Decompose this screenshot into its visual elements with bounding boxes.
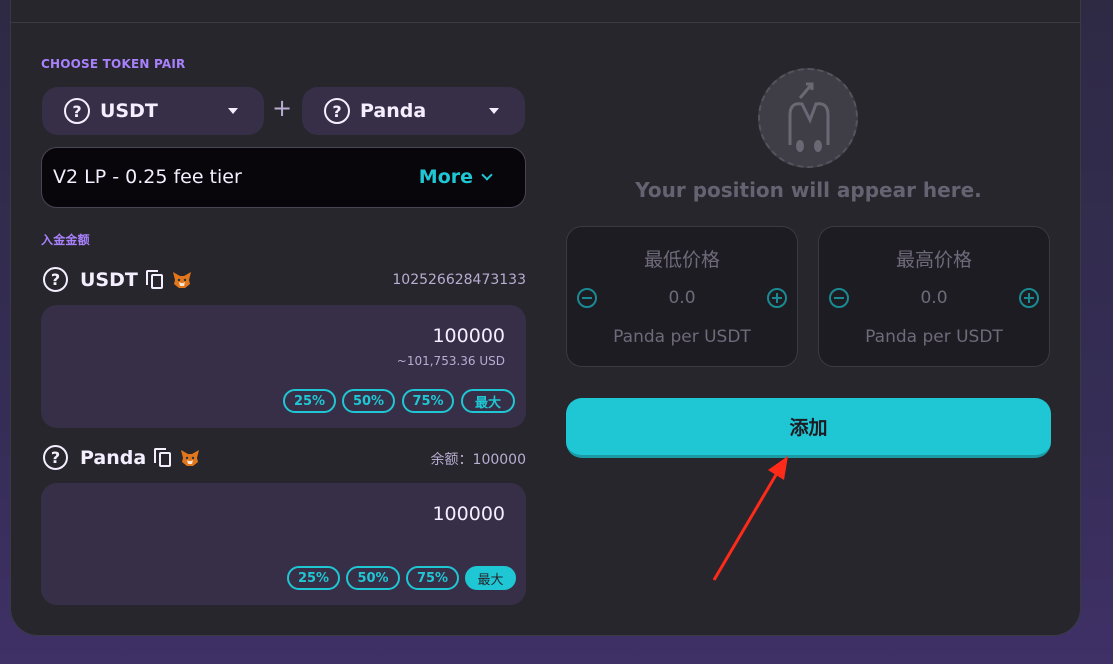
token-b-25-button[interactable]: 25% [287,566,340,590]
max-price-box: 最高价格 0.0 Panda per USDT [818,226,1050,367]
plus-icon: + [272,94,293,122]
min-price-title: 最低价格 [643,249,720,271]
token-b-balance: 余额：100000 [430,452,526,468]
token-b-select-label: Panda [360,100,427,122]
token-b-name: Panda [80,446,147,469]
more-button-label: More [418,166,473,188]
token-b-75-button[interactable]: 75% [406,566,459,590]
add-liquidity-button[interactable]: 添加 [566,398,1051,458]
question-circle-icon: ? [324,98,350,124]
position-placeholder-text: Your position will appear here. [635,178,982,202]
annotation-arrow-icon [712,456,788,581]
max-price-title: 最高价格 [895,249,972,271]
caret-down-icon [228,108,238,114]
caret-down-icon [489,108,499,114]
token-b-amount[interactable]: 100000 [432,503,505,525]
choose-token-pair-label: CHOOSE TOKEN PAIR [41,57,186,71]
token-a-name: USDT [80,268,138,291]
max-price-unit: Panda per USDT [865,327,1003,347]
more-button[interactable]: More [418,166,493,188]
fee-tier-label: V2 LP - 0.25 fee tier [53,166,242,188]
min-price-box: 最低价格 0.0 Panda per USDT [566,226,798,367]
min-price-value[interactable]: 0.0 [567,288,797,308]
token-a-25-button[interactable]: 25% [283,389,336,413]
question-circle-icon: ? [43,267,68,292]
question-circle-icon: ? [64,98,90,124]
token-b-select[interactable]: ? Panda [302,87,525,135]
token-a-75-button[interactable]: 75% [402,389,454,413]
token-a-50-button[interactable]: 50% [342,389,395,413]
token-b-row: ? Panda [43,445,200,470]
token-a-usd-value: ~101,753.36 USD [396,354,505,368]
position-placeholder-icon [758,68,858,168]
token-a-balance: 10252662847313​3 [392,272,526,288]
card-divider [10,22,1081,23]
token-b-input-panel[interactable]: 100000 25% 50% 75% 最大 [41,483,526,605]
question-circle-icon: ? [43,445,68,470]
token-a-max-button[interactable]: 最大 [461,389,515,413]
copy-icon[interactable] [145,269,164,290]
token-a-select[interactable]: ? USDT [42,87,264,135]
token-a-amount[interactable]: 100000 [432,325,505,347]
token-b-max-button[interactable]: 最大 [465,566,516,590]
deposit-amount-label: 入金金额 [41,233,90,247]
token-a-input-panel[interactable]: 100000 ~101,753.36 USD 25% 50% 75% 最大 [41,305,526,428]
token-b-50-button[interactable]: 50% [346,566,400,590]
token-a-select-label: USDT [100,100,158,122]
min-price-unit: Panda per USDT [613,327,751,347]
max-price-increase-icon[interactable] [1019,288,1039,308]
max-price-value[interactable]: 0.0 [819,288,1049,308]
token-a-row: ? USDT [43,267,192,292]
chevron-down-icon [481,168,493,181]
metamask-fox-icon[interactable] [180,449,200,467]
fee-tier-box: V2 LP - 0.25 fee tier More [41,147,526,208]
min-price-increase-icon[interactable] [767,288,787,308]
copy-icon[interactable] [154,447,172,468]
metamask-fox-icon[interactable] [172,271,192,289]
